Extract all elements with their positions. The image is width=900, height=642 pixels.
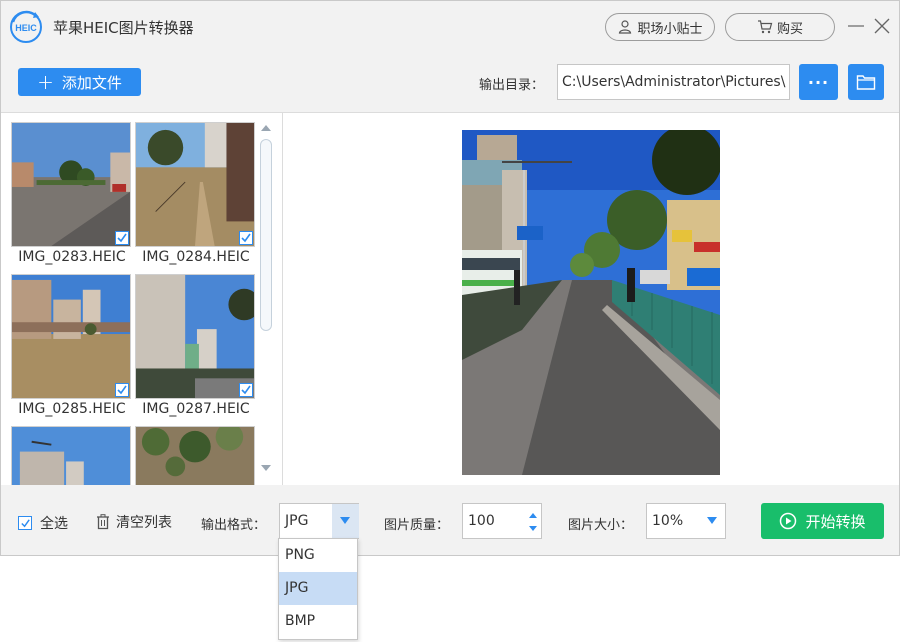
- start-convert-label: 开始转换: [805, 512, 866, 531]
- cart-icon: [757, 20, 773, 34]
- play-circle-icon: [780, 512, 797, 530]
- file-thumbnail-5[interactable]: [11, 426, 131, 485]
- construction-photo-thumbnail: [12, 275, 130, 398]
- file-checkbox-3[interactable]: [115, 383, 129, 397]
- format-option-jpg[interactable]: JPG: [279, 572, 357, 605]
- format-dropdown-list: PNG JPG BMP: [278, 538, 358, 640]
- heic-logo-icon: HEIC: [9, 10, 43, 44]
- buildings-photo-thumbnail: [136, 275, 254, 398]
- file-checkbox-4[interactable]: [239, 383, 253, 397]
- file-name-2: IMG_0284.HEIC: [142, 249, 250, 265]
- scroll-down-arrow-icon[interactable]: [261, 465, 271, 471]
- tower-photo-thumbnail: [12, 427, 130, 485]
- buy-button[interactable]: 购买: [725, 13, 835, 41]
- tips-button[interactable]: 职场小贴士: [605, 13, 715, 41]
- street-preview-photo: [462, 130, 720, 475]
- user-icon: [619, 20, 632, 34]
- preview-panel: [283, 112, 899, 485]
- more-dots-icon: ···: [807, 72, 830, 92]
- output-format-select[interactable]: JPG: [279, 503, 359, 539]
- app-title: 苹果HEIC图片转换器: [53, 19, 194, 37]
- file-name-1: IMG_0283.HEIC: [18, 249, 126, 265]
- file-thumbnail-6[interactable]: [135, 426, 255, 485]
- street-photo-thumbnail: [12, 123, 130, 246]
- image-quality-value: 100: [468, 513, 495, 529]
- close-icon[interactable]: [873, 17, 891, 35]
- image-quality-label: 图片质量：: [384, 518, 450, 533]
- minimize-icon[interactable]: [847, 17, 865, 35]
- open-folder-button[interactable]: [848, 64, 884, 100]
- image-quality-stepper[interactable]: 100: [462, 503, 542, 539]
- buy-label: 购买: [776, 21, 803, 37]
- file-thumbnail-1[interactable]: [11, 122, 131, 247]
- scroll-up-arrow-icon[interactable]: [261, 125, 271, 131]
- folder-icon: [856, 75, 876, 90]
- output-dir-input[interactable]: C:\Users\Administrator\Pictures\: [557, 64, 790, 100]
- start-convert-button[interactable]: 开始转换: [761, 503, 884, 539]
- decrement-arrow-icon[interactable]: [529, 526, 537, 531]
- file-checkbox-1[interactable]: [115, 231, 129, 245]
- checkmark-icon: [117, 385, 127, 395]
- file-thumbnail-4[interactable]: [135, 274, 255, 399]
- clear-list-button[interactable]: 清空列表: [96, 512, 172, 532]
- checkmark-icon: [241, 385, 251, 395]
- file-name-3: IMG_0285.HEIC: [18, 401, 126, 417]
- file-thumbnail-2[interactable]: [135, 122, 255, 247]
- image-size-label: 图片大小：: [568, 518, 634, 533]
- scroll-thumb[interactable]: [260, 139, 272, 331]
- format-dropdown-toggle[interactable]: [332, 504, 359, 538]
- increment-arrow-icon[interactable]: [529, 513, 537, 518]
- trash-icon: [97, 514, 109, 530]
- chevron-down-icon: [707, 517, 717, 524]
- select-all-box[interactable]: [18, 516, 32, 530]
- format-option-png[interactable]: PNG: [279, 539, 357, 572]
- clear-list-label: 清空列表: [116, 515, 172, 531]
- browse-more-button[interactable]: ···: [799, 64, 838, 100]
- image-size-value: 10%: [652, 513, 684, 529]
- checkmark-icon: [20, 518, 30, 527]
- output-format-label: 输出格式：: [201, 518, 267, 533]
- field-photo-thumbnail: [136, 123, 254, 246]
- svg-text:HEIC: HEIC: [15, 23, 37, 33]
- file-list-scrollbar[interactable]: [259, 121, 273, 481]
- title-bar: HEIC 苹果HEIC图片转换器 职场小贴士 购买: [1, 1, 899, 53]
- output-format-value: JPG: [285, 513, 309, 529]
- plants-photo-thumbnail: [136, 427, 254, 485]
- tips-label: 职场小贴士: [637, 21, 703, 37]
- file-list-panel: IMG_0283.HEIC IMG_0284.HEIC IMG_0285.HEI…: [1, 112, 283, 485]
- select-all-checkbox[interactable]: 全选: [18, 513, 68, 533]
- image-size-select[interactable]: 10%: [646, 503, 726, 539]
- chevron-down-icon: [340, 517, 350, 524]
- checkmark-icon: [117, 233, 127, 243]
- output-dir-label: 输出目录：: [479, 78, 545, 93]
- app-window: HEIC 苹果HEIC图片转换器 职场小贴士 购买 + 添加文件 输出目录： C…: [0, 0, 900, 556]
- file-thumbnail-3[interactable]: [11, 274, 131, 399]
- plus-icon: +: [37, 70, 54, 94]
- preview-image: [462, 130, 720, 475]
- format-option-bmp[interactable]: BMP: [279, 605, 357, 638]
- add-file-label: 添加文件: [61, 73, 122, 92]
- add-file-button[interactable]: + 添加文件: [18, 68, 141, 96]
- file-checkbox-2[interactable]: [239, 231, 253, 245]
- file-name-4: IMG_0287.HEIC: [142, 401, 250, 417]
- select-all-label: 全选: [40, 516, 68, 532]
- checkmark-icon: [241, 233, 251, 243]
